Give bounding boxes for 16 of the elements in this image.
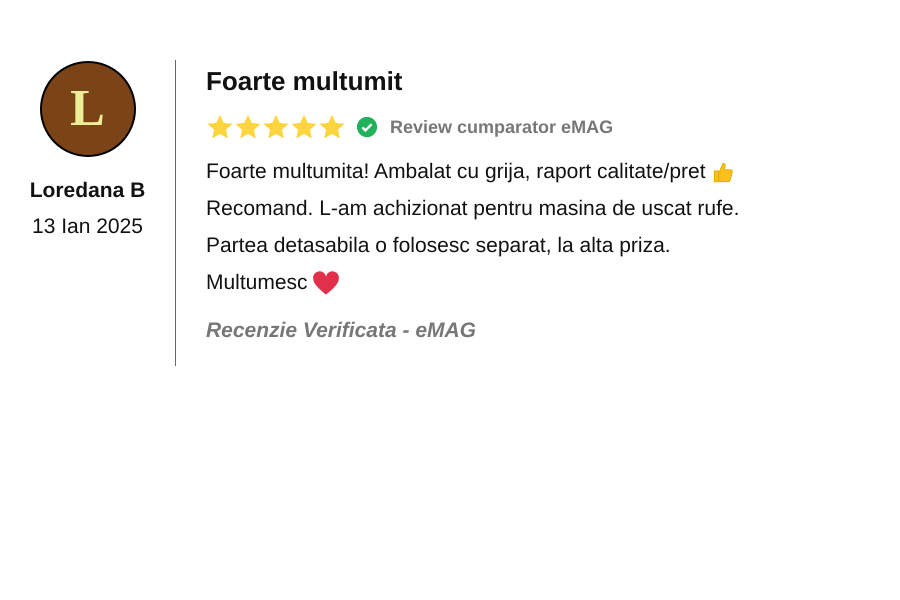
review-text: Multumesc bbox=[206, 270, 308, 296]
star-icon bbox=[262, 113, 290, 141]
star-icon bbox=[290, 113, 318, 141]
avatar-initial: L bbox=[70, 83, 105, 135]
heart-icon bbox=[312, 270, 340, 296]
star-icon bbox=[234, 113, 262, 141]
reviewer-status-label: Review cumparator eMAG bbox=[390, 116, 614, 139]
star-icon bbox=[318, 113, 346, 141]
verified-review-label: Recenzie Verificata - eMAG bbox=[206, 318, 477, 344]
review-text: Foarte multumita! Ambalat cu grija, raport calitate/pret bbox=[206, 159, 706, 185]
review-text: Partea detasabila o folosesc separat, la alta priza. bbox=[206, 233, 671, 259]
star-icon bbox=[206, 113, 234, 141]
review-title: Foarte multumit bbox=[206, 65, 404, 98]
reviewer-name: Loredana B bbox=[30, 178, 146, 204]
review-date: 13 Ian 2025 bbox=[32, 214, 143, 240]
review-text: Recomand. L-am achizionat pentru masina de uscat rufe. bbox=[206, 196, 740, 222]
